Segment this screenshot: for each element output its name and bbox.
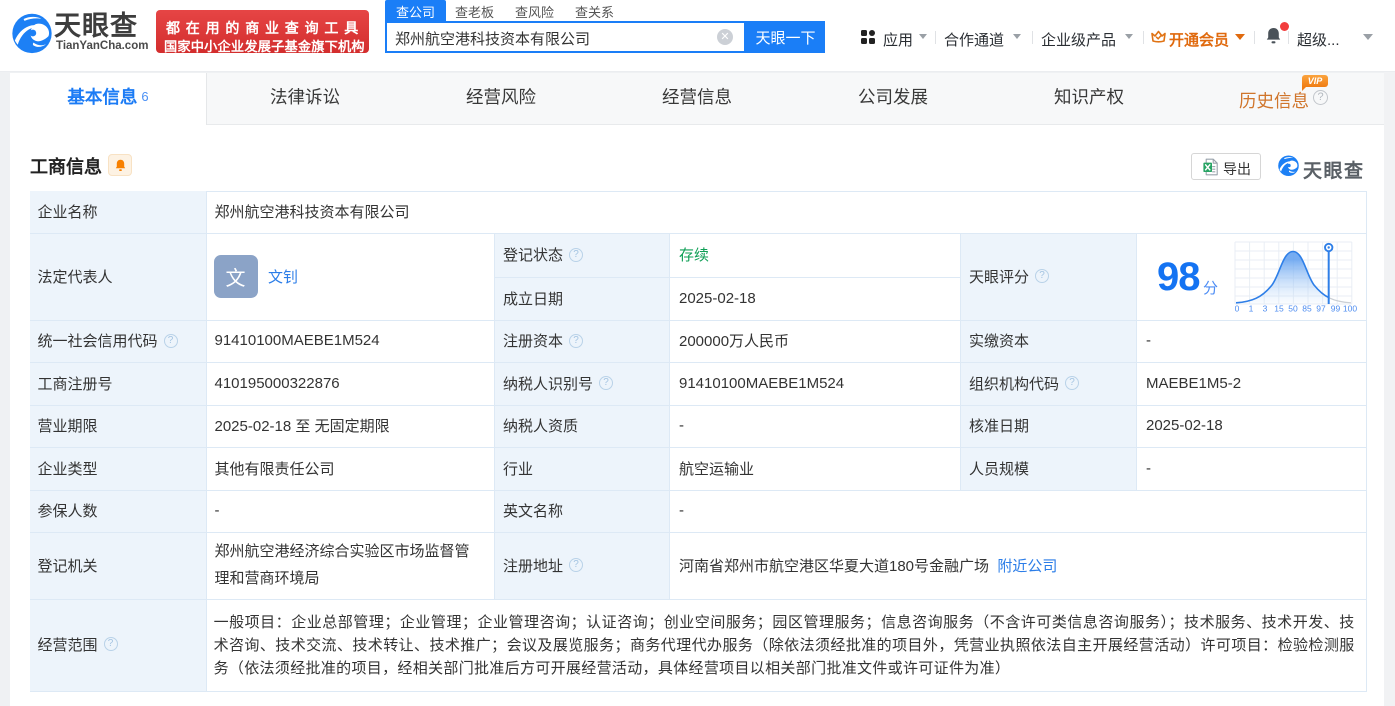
svg-text:50: 50	[1288, 304, 1298, 314]
svg-text:97: 97	[1316, 304, 1326, 314]
svg-text:85: 85	[1302, 304, 1312, 314]
svg-text:3: 3	[1263, 304, 1268, 314]
svg-text:0: 0	[1235, 304, 1240, 314]
svg-text:1: 1	[1249, 304, 1254, 314]
svg-text:100: 100	[1343, 304, 1357, 314]
svg-text:99: 99	[1331, 304, 1341, 314]
svg-text:15: 15	[1274, 304, 1284, 314]
